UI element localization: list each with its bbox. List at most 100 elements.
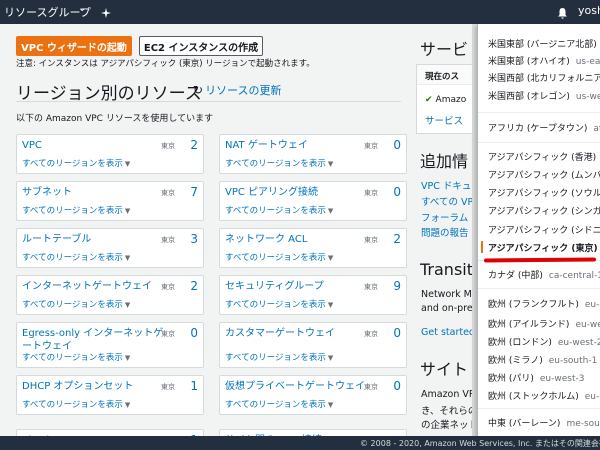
region-option[interactable]: 米国東部 (オハイオ) us-east-2 <box>488 54 600 67</box>
region-option[interactable]: 欧州 (アイルランド) eu-west-1 <box>488 317 600 330</box>
resource-count-link[interactable]: 9 <box>393 279 401 293</box>
site-text-3: の企業ネット <box>421 420 479 431</box>
region-option[interactable]: 欧州 (ストックホルム) eu-north-1 <box>488 389 600 402</box>
region-option[interactable]: 欧州 (ロンドン) eu-west-2 <box>488 335 600 348</box>
region-option[interactable]: アフリカ (ケープタウン) af-south-1 <box>488 121 600 134</box>
report-issue-link[interactable]: 問題の報告 <box>421 225 469 239</box>
all-vpc-link[interactable]: すべての VP <box>421 194 473 208</box>
resource-count-link[interactable]: 2 <box>190 138 198 152</box>
resource-name-link[interactable]: カスタマーゲートウェイ <box>225 327 335 340</box>
show-all-regions-link[interactable]: すべてのリージョンを表示 ▼ <box>225 298 333 310</box>
region-option[interactable]: アジアパシフィック (ソウル)ap-northeast-2 <box>488 186 600 199</box>
user-menu[interactable]: yosh <box>578 4 600 17</box>
caret-down-icon: ▼ <box>124 254 131 262</box>
region-option-selected[interactable]: アジアパシフィック (東京)ap-northeast-1 <box>488 241 600 254</box>
show-all-regions-link[interactable]: すべてのリージョンを表示 ▼ <box>225 157 333 169</box>
caret-down-icon: ▼ <box>124 207 131 215</box>
resource-count-link[interactable]: 0 <box>393 326 401 340</box>
region-option[interactable]: アジアパシフィック (香港)ap-east-1 <box>488 150 600 163</box>
region-name: アフリカ (ケープタウン) <box>488 124 588 134</box>
show-all-regions-label: すべてのリージョンを表示 <box>225 253 326 263</box>
region-name: 米国東部 (オハイオ) <box>488 57 570 67</box>
status-text: Amazo <box>435 95 467 105</box>
resource-card: サブネット 東京 7 すべてのリージョンを表示 ▼ <box>16 181 204 221</box>
region-name: 米国西部 (オレゴン) <box>488 92 570 102</box>
show-all-regions-link[interactable]: すべてのリージョンを表示 ▼ <box>225 204 333 216</box>
region-label: 東京 <box>364 283 378 291</box>
show-all-regions-label: すべてのリージョンを表示 <box>225 159 326 169</box>
resource-card: Elastic IP東京1すべてのリージョンを表示▼ <box>16 429 204 436</box>
region-option[interactable]: 米国西部 (北カリフォルニア)us-west-1 <box>488 71 600 84</box>
show-all-regions-label: すべてのリージョンを表示 <box>22 206 123 216</box>
resource-count-link[interactable]: 7 <box>190 185 198 199</box>
service-health-link[interactable]: サービス <box>425 113 463 127</box>
show-all-regions-link[interactable]: すべてのリージョンを表示 ▼ <box>225 251 333 263</box>
region-name: アジアパシフィック (香港) <box>488 153 597 163</box>
region-option[interactable]: アジアパシフィック (シドニー)ap-southeast-2 <box>488 223 600 236</box>
caret-down-icon: ▼ <box>124 354 131 362</box>
bell-icon[interactable] <box>557 4 568 23</box>
show-all-regions-link[interactable]: すべてのリージョンを表示 ▼ <box>22 204 130 216</box>
forum-link[interactable]: フォーラム <box>421 210 468 224</box>
resource-name-link[interactable]: DHCP オプションセット <box>22 380 133 393</box>
resource-name-link[interactable]: セキュリティグループ <box>225 280 324 293</box>
chevron-down-icon[interactable]: ⌄ <box>78 3 86 14</box>
resource-count-link[interactable]: 3 <box>190 232 198 246</box>
dropdown-separator <box>478 288 600 289</box>
region-option[interactable]: 欧州 (ミラノ) eu-south-1 <box>488 353 597 366</box>
region-name: 欧州 (フランクフルト) <box>488 300 579 310</box>
region-option[interactable]: 欧州 (パリ) eu-west-3 <box>488 371 584 384</box>
show-all-regions-link[interactable]: すべてのリージョンを表示 ▼ <box>225 351 333 363</box>
region-name: 欧州 (ストックホルム) <box>488 392 579 402</box>
resource-name-link[interactable]: NAT ゲートウェイ <box>225 139 308 152</box>
launch-vpc-wizard-button[interactable]: VPC ウィザードの起動 <box>16 36 132 56</box>
get-started-link[interactable]: Get started <box>421 327 475 338</box>
resource-count-link[interactable]: 2 <box>190 279 198 293</box>
show-all-regions-link[interactable]: すべてのリージョンを表示 ▼ <box>22 157 130 169</box>
region-option[interactable]: 米国東部 (バージニア北部)us-east-1 <box>488 37 600 50</box>
resource-count-link[interactable]: 1 <box>190 379 198 393</box>
region-option[interactable]: 欧州 (フランクフルト) eu-central-1 <box>488 297 600 310</box>
resource-count-link[interactable]: 0 <box>190 326 198 340</box>
resource-card: ルートテーブル 東京 3 すべてのリージョンを表示 ▼ <box>16 228 204 268</box>
highlight-underline <box>483 257 597 263</box>
create-ec2-instance-button[interactable]: EC2 インスタンスの作成 <box>139 36 263 56</box>
resource-count-link[interactable]: 0 <box>393 379 401 393</box>
show-all-regions-link[interactable]: すべてのリージョンを表示 ▼ <box>225 398 333 410</box>
refresh-resources-link[interactable]: ↻ リソースの更新 <box>193 82 282 98</box>
resource-name-link[interactable]: VPC <box>22 139 42 152</box>
caret-down-icon: ▼ <box>327 254 334 262</box>
resource-card: インターネットゲートウェイ 東京 2 すべてのリージョンを表示 ▼ <box>16 275 204 315</box>
region-code: af-south-1 <box>593 124 600 134</box>
divider <box>16 101 401 102</box>
region-option[interactable]: アジアパシフィック (シンガポール)ap-southeast-1 <box>488 204 600 217</box>
show-all-regions-link[interactable]: すべてのリージョンを表示 ▼ <box>22 251 130 263</box>
region-option[interactable]: 中東 (バーレーン) me-south-1 <box>488 416 600 429</box>
vpc-docs-link[interactable]: VPC ドキュ <box>421 178 471 192</box>
region-name: アジアパシフィック (東京) <box>488 244 598 254</box>
caret-down-icon: ▼ <box>124 160 131 168</box>
show-all-regions-link[interactable]: すべてのリージョンを表示 ▼ <box>22 351 130 363</box>
resource-count-link[interactable]: 2 <box>393 232 401 246</box>
status-header: 現在のス <box>417 65 480 85</box>
resource-count-link[interactable]: 0 <box>393 185 401 199</box>
region-name: カナダ (中部) <box>488 271 543 281</box>
resource-name-link[interactable]: ルートテーブル <box>22 233 91 246</box>
resource-name-link[interactable]: サブネット <box>22 186 72 199</box>
show-all-regions-link[interactable]: すべてのリージョンを表示 ▼ <box>22 298 130 310</box>
resource-name-link[interactable]: VPC ピアリング接続 <box>225 186 318 199</box>
show-all-regions-link[interactable]: すべてのリージョンを表示 ▼ <box>22 398 130 410</box>
resource-name-link[interactable]: ネットワーク ACL <box>225 233 307 246</box>
resource-card: NAT ゲートウェイ 東京 0 すべてのリージョンを表示 ▼ <box>219 134 407 174</box>
resource-count-link[interactable]: 0 <box>393 138 401 152</box>
caret-down-icon: ▼ <box>327 207 334 215</box>
region-option[interactable]: 米国西部 (オレゴン) us-west-2 <box>488 89 600 102</box>
resource-name-link[interactable]: インターネットゲートウェイ <box>22 280 152 293</box>
region-option[interactable]: カナダ (中部) ca-central-1 <box>488 268 600 281</box>
region-option[interactable]: アジアパシフィック (ムンバイ)ap-south-1 <box>488 168 600 181</box>
pin-icon[interactable] <box>100 4 112 23</box>
resource-name-link[interactable]: 仮想プライベートゲートウェイ <box>225 380 375 393</box>
resource-name-link[interactable]: Egress-only インターネットゲートウェイ <box>22 327 172 353</box>
show-all-regions-label: すべてのリージョンを表示 <box>225 206 326 216</box>
resource-card: VPC ピアリング接続 東京 0 すべてのリージョンを表示 ▼ <box>219 181 407 221</box>
